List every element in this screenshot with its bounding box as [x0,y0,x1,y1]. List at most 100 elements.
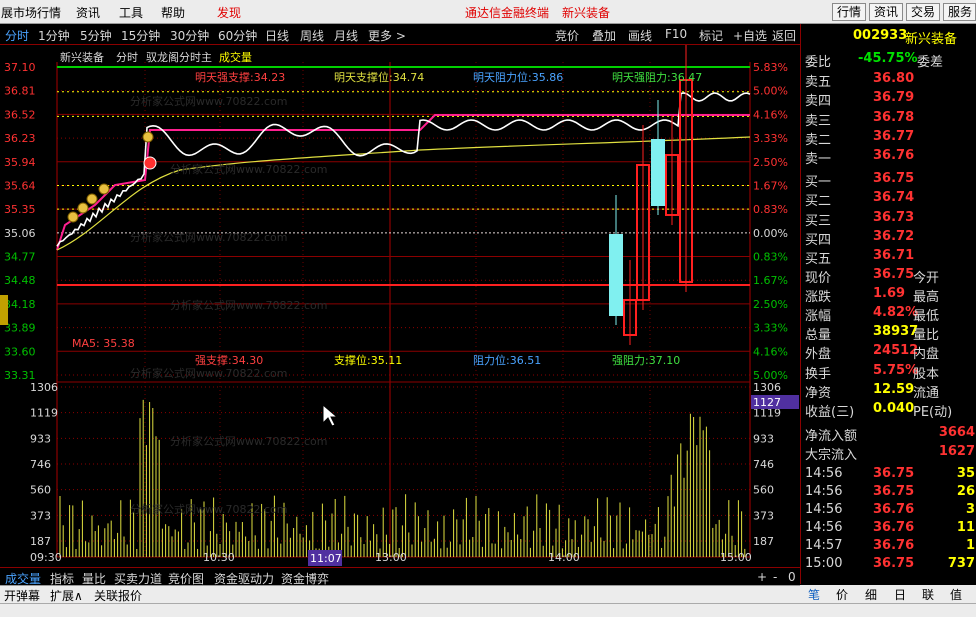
sell-row-5-label: 卖五 [805,75,832,90]
label-tomorrow-strong-resistance: 明天强阻力:36.47 [612,71,703,84]
tick-time: 14:56 [805,520,843,535]
pct-tick: 0.00% [753,227,788,240]
tab-ri[interactable]: 日 [894,586,906,603]
tick-price: 36.76 [873,502,915,517]
tick-price: 36.75 [873,466,915,481]
stat-1-label: 涨跌 [805,290,832,305]
stat2-2-value: 0.040 [873,401,915,416]
sell-row-1-value: 36.76 [873,148,915,164]
tool-huaxian[interactable]: 画线 [628,27,652,44]
menu-news[interactable]: 资讯 [76,4,100,21]
weibi-label: 委比 [805,55,832,70]
weicha-label: 委差 [917,55,944,70]
chart-volume-label: 成交量 [219,51,252,64]
quote-panel: 002933 新兴装备 委比 -45.75% 委差 卖五 36.80 卖四 36.79… [800,24,976,584]
tick-row: 14:56 36.76 3 [801,502,976,521]
flow-row-0: 净流入额 3664 [801,425,976,444]
buy-row-5-label: 买五 [805,252,832,268]
vol-tick-r: 373 [753,509,774,522]
btn-fw[interactable]: 服务 [943,3,976,21]
sell-row-3-value: 36.78 [873,109,915,125]
tab-30min[interactable]: 30分钟 [170,27,209,44]
expand-button[interactable]: 扩展∧ [50,587,83,604]
menu-discover[interactable]: 发现 [217,4,241,21]
tool-fanhui[interactable]: 返回 [772,27,796,44]
menu-tools[interactable]: 工具 [119,4,143,21]
stat2-2: 收益(三) 0.040 PE(动) [801,401,976,420]
watermark: 分析家公式网www.70822.com [170,162,327,176]
related-quote-button[interactable]: 关联报价 [94,587,142,604]
time-label: 10:30 [203,551,235,564]
tick-price: 36.75 [873,484,915,499]
zoom-out-button[interactable]: - [773,570,777,584]
vol-tick-r: 560 [753,484,774,497]
vol-cursor-value: 1127 [753,396,781,409]
tick-volume: 11 [956,520,975,535]
stock-title: 新兴装备 [562,6,611,20]
stat2-2-extra: PE(动) [913,405,953,420]
tool-diejia[interactable]: 叠加 [592,27,616,44]
btn-zx[interactable]: 资讯 [869,3,904,21]
price-tick: 34.77 [4,251,36,264]
sell-row-4-value: 36.79 [873,90,915,106]
quote-name: 新兴装备 [905,32,958,47]
watermark: 分析家公式网www.70822.com [170,298,327,312]
tab-fenshi[interactable]: 分时 [5,27,29,44]
tool-biaoji[interactable]: 标记 [699,27,723,44]
zoom-reset-button[interactable]: 0 [788,570,796,584]
intraday-chart[interactable]: 37.10 5.83% 36.81 5.00% 36.52 4.16% 36.23 3.33%… [0,40,800,570]
sell-row-3-label: 卖三 [805,113,832,129]
stat-3: 总量 38937 量比 [801,324,976,343]
buy-row-5: 买五 36.71 [801,248,976,267]
buy-row-1: 买一 36.75 [801,171,976,190]
tab-week[interactable]: 周线 [300,27,324,44]
sell-row-5: 卖五 36.80 [801,71,976,90]
tool-jingjia[interactable]: 竞价 [555,27,579,44]
tick-price: 36.75 [873,556,915,571]
tab-xi[interactable]: 细 [865,586,877,603]
stat-0: 现价 36.75 今开 [801,267,976,286]
candle-body [609,234,623,316]
label-tomorrow-support: 明天支撑位:34.74 [334,71,425,84]
stat2-0-label: 换手 [805,367,832,382]
tick-price: 36.76 [873,520,915,535]
price-tick: 33.89 [4,322,36,335]
watermark: 分析家公式网www.70822.com [170,434,327,448]
btn-hq[interactable]: 行情 [832,3,867,21]
left-scroll-handle [0,295,8,325]
stat2-1-value: 12.59 [873,382,915,397]
menu-market[interactable]: 展市场行情 [1,4,61,21]
tab-jia[interactable]: 价 [836,586,848,603]
tab-lian[interactable]: 联 [922,586,934,603]
tab-month[interactable]: 月线 [334,27,358,44]
menu-bar: 展市场行情 资讯 工具 帮助 发现 通达信金融终端 新兴装备 行情 资讯 交易 … [0,0,976,24]
tab-more[interactable]: 更多 > [368,27,406,44]
sell-row-1-label: 卖一 [805,152,832,168]
label-tomorrow-strong-support: 明天强支撑:34.23 [195,71,286,84]
stat-0-value: 36.75 [873,267,915,282]
flow-label: 大宗流入 [805,448,858,463]
buy-row-1-label: 买一 [805,175,832,190]
zoom-in-button[interactable]: + [757,570,767,584]
vol-tick-r: 933 [753,432,774,445]
tab-15min[interactable]: 15分钟 [121,27,160,44]
label-support: 支撑位:35.11 [334,354,403,367]
menu-help[interactable]: 帮助 [161,4,185,21]
tab-day[interactable]: 日线 [265,27,289,44]
tool-f10[interactable]: F10 [665,27,687,41]
tab-bi[interactable]: 笔 [808,586,820,603]
flow-label: 净流入额 [805,429,858,444]
tool-zixuan[interactable]: +自选 [733,27,767,44]
time-label: 14:00 [548,551,580,564]
app-title: 通达信金融终端 [465,6,550,20]
tab-60min[interactable]: 60分钟 [218,27,257,44]
tick-row: 14:56 36.75 26 [801,484,976,503]
tab-1min[interactable]: 1分钟 [38,27,70,44]
sell-row-2-value: 36.77 [873,128,915,144]
tab-zhi[interactable]: 值 [950,586,962,603]
tab-5min[interactable]: 5分钟 [80,27,112,44]
btn-jy[interactable]: 交易 [906,3,941,21]
stat-1-extra: 最高 [913,290,940,305]
cursor-time: 11:07 [310,552,342,565]
danmu-button[interactable]: 开弹幕 [4,587,40,604]
